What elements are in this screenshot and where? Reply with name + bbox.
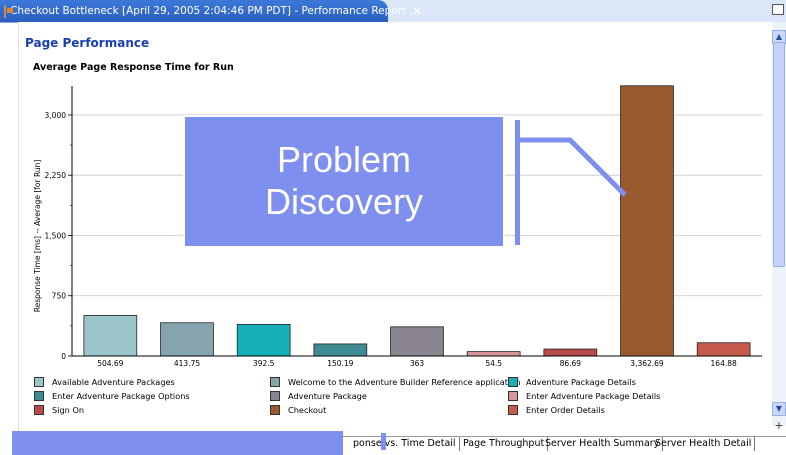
legend-label: Sign On <box>52 405 85 415</box>
tab-page-throughput[interactable]: Page Throughput <box>460 437 549 451</box>
close-icon[interactable]: ✕ <box>412 4 422 18</box>
legend-swatch <box>270 377 280 387</box>
editor-tab[interactable]: Checkout Bottleneck [April 29, 2005 2:04… <box>0 0 422 22</box>
legend-label: Adventure Package <box>288 391 367 401</box>
legend-swatch <box>34 377 44 387</box>
report-doc-icon <box>4 4 13 18</box>
legend-label: Welcome to the Adventure Builder Referen… <box>288 377 521 387</box>
problem-discovery-callout: Problem Discovery <box>183 115 505 248</box>
scroll-down-icon[interactable]: ▼ <box>772 402 786 416</box>
legend-swatch <box>34 391 44 401</box>
problem-discovery-text: Problem Discovery <box>264 139 424 222</box>
legend-label: Adventure Package Details <box>526 377 636 387</box>
legend-item: Adventure Package <box>270 391 367 401</box>
legend-swatch <box>34 405 44 415</box>
legend-item: Adventure Package Details <box>508 377 636 387</box>
scroll-thumb[interactable] <box>773 42 785 267</box>
bottom-overlay-box <box>12 431 343 455</box>
tab-server-health-summary[interactable]: Server Health Summary <box>542 437 664 451</box>
expand-plus-icon[interactable]: + <box>772 420 786 432</box>
legend-swatch <box>270 405 280 415</box>
legend-swatch <box>508 391 518 401</box>
legend-label: Enter Order Details <box>526 405 605 415</box>
vertical-scrollbar[interactable]: ▲ ▼ <box>772 22 786 426</box>
legend-item: Welcome to the Adventure Builder Referen… <box>270 377 520 387</box>
page-title: Page Performance <box>25 36 150 50</box>
restore-window-icon[interactable] <box>772 4 784 15</box>
tab-server-health-detail[interactable]: Server Health Detail <box>652 437 756 451</box>
legend-label: Enter Adventure Package Details <box>526 391 661 401</box>
legend-item: Enter Adventure Package Options <box>34 391 190 401</box>
legend-item: Checkout <box>270 405 326 415</box>
legend-item: Enter Adventure Package Details <box>508 391 660 401</box>
tab-response-vs-time-detail[interactable]: ponse vs. Time Detail <box>350 437 460 451</box>
legend-swatch <box>270 391 280 401</box>
legend-label: Enter Adventure Package Options <box>52 391 190 401</box>
legend-label: Available Adventure Packages <box>52 377 175 387</box>
legend-swatch <box>508 405 518 415</box>
legend-item: Sign On <box>34 405 84 415</box>
editor-tab-bar: Checkout Bottleneck [April 29, 2005 2:04… <box>0 0 786 23</box>
editor-tab-title: Checkout Bottleneck [April 29, 2005 2:04… <box>10 5 407 17</box>
chart-title: Average Page Response Time for Run <box>33 62 234 73</box>
legend-label: Checkout <box>288 405 327 415</box>
legend-swatch <box>508 377 518 387</box>
legend-item: Available Adventure Packages <box>34 377 175 387</box>
legend-item: Enter Order Details <box>508 405 605 415</box>
